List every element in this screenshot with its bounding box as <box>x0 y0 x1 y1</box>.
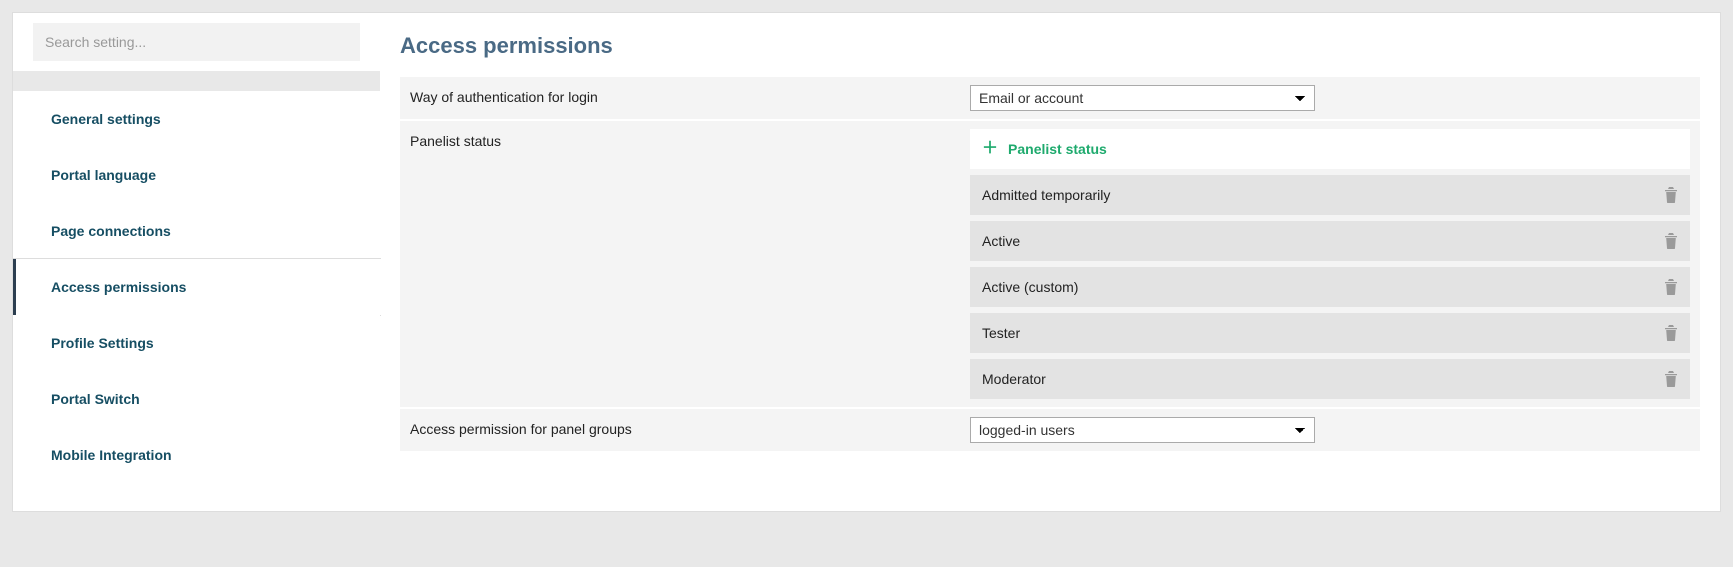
sidebar-item-label: Mobile Integration <box>51 447 172 463</box>
sidebar-item-page-connections[interactable]: Page connections <box>13 203 380 259</box>
label-authentication: Way of authentication for login <box>410 85 970 105</box>
sidebar-item-label: Profile Settings <box>51 335 154 351</box>
search-wrap <box>13 13 380 71</box>
select-authentication[interactable]: Email or account <box>970 85 1315 111</box>
label-panelist-status: Panelist status <box>410 129 970 149</box>
sidebar-item-access-permissions[interactable]: Access permissions <box>13 259 381 315</box>
sidebar-item-label: Access permissions <box>51 279 186 295</box>
panelist-status-item-label: Admitted temporarily <box>982 187 1110 203</box>
trash-icon[interactable] <box>1664 371 1678 387</box>
trash-icon[interactable] <box>1664 279 1678 295</box>
plus-icon: ＋ <box>982 141 998 157</box>
sidebar-item-label: Page connections <box>51 223 171 239</box>
sidebar-item-portal-switch[interactable]: Portal Switch <box>13 371 380 427</box>
panelist-status-item: Moderator <box>970 359 1690 399</box>
row-panelist-status: Panelist status ＋ Panelist status Admitt… <box>400 121 1700 409</box>
sidebar-item-portal-language[interactable]: Portal language <box>13 147 380 203</box>
add-panelist-status-button[interactable]: ＋ Panelist status <box>970 129 1690 169</box>
control-panel-groups: logged-in users <box>970 417 1690 443</box>
sidebar-divider <box>13 71 380 91</box>
sidebar-item-profile-settings[interactable]: Profile Settings <box>13 315 380 371</box>
sidebar-item-mobile-integration[interactable]: Mobile Integration <box>13 427 380 483</box>
sidebar-item-general-settings[interactable]: General settings <box>13 91 380 147</box>
select-panel-groups[interactable]: logged-in users <box>970 417 1315 443</box>
trash-icon[interactable] <box>1664 325 1678 341</box>
panelist-status-item: Active (custom) <box>970 267 1690 307</box>
panelist-status-item-label: Moderator <box>982 371 1046 387</box>
sidebar-item-label: General settings <box>51 111 161 127</box>
trash-icon[interactable] <box>1664 233 1678 249</box>
panelist-status-item: Active <box>970 221 1690 261</box>
panelist-status-item: Tester <box>970 313 1690 353</box>
row-authentication: Way of authentication for login Email or… <box>400 77 1700 121</box>
panelist-status-item: Admitted temporarily <box>970 175 1690 215</box>
trash-icon[interactable] <box>1664 187 1678 203</box>
add-panelist-status-label: Panelist status <box>1008 141 1107 157</box>
row-panel-groups: Access permission for panel groups logge… <box>400 409 1700 453</box>
sidebar-item-label: Portal Switch <box>51 391 140 407</box>
panelist-status-list: ＋ Panelist status Admitted temporarily Ac… <box>970 129 1690 399</box>
control-authentication: Email or account <box>970 85 1690 111</box>
sidebar-item-label: Portal language <box>51 167 156 183</box>
label-panel-groups: Access permission for panel groups <box>410 417 970 437</box>
search-input[interactable] <box>33 23 360 61</box>
main-panel: Access permissions Way of authentication… <box>379 12 1721 512</box>
sidebar: General settings Portal language Page conn… <box>12 12 380 512</box>
panelist-status-item-label: Active <box>982 233 1020 249</box>
sidebar-nav: General settings Portal language Page conn… <box>13 91 380 483</box>
page-title: Access permissions <box>400 33 1700 59</box>
panelist-status-item-label: Active (custom) <box>982 279 1078 295</box>
panelist-status-item-label: Tester <box>982 325 1020 341</box>
